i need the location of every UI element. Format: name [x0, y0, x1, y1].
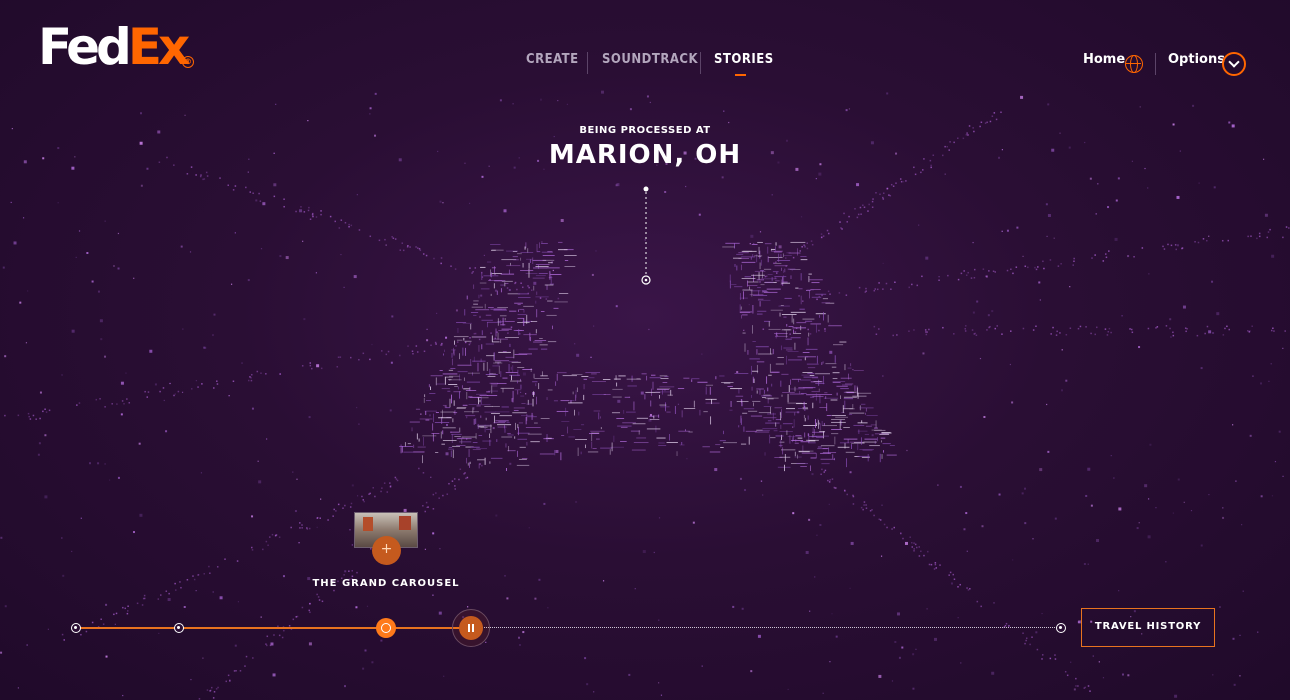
travel-history-button[interactable]: TRAVEL HISTORY: [1081, 608, 1215, 647]
nav-stories[interactable]: STORIES: [714, 52, 774, 76]
thumb-detail: [399, 516, 411, 530]
plus-icon[interactable]: +: [372, 536, 401, 565]
timeline-remaining: [471, 627, 1061, 628]
thumb-detail: [363, 517, 373, 531]
processing-city: MARION, OH: [548, 140, 742, 170]
options-label: Options: [1168, 52, 1225, 67]
nav-divider: [700, 52, 701, 74]
timeline-node-end[interactable]: [1056, 623, 1066, 633]
timeline-node[interactable]: [71, 623, 81, 633]
timeline-node-active[interactable]: [376, 618, 396, 638]
globe-icon[interactable]: [1125, 55, 1143, 73]
nav-divider: [587, 52, 588, 74]
options-link[interactable]: Options: [1168, 52, 1225, 76]
location-pin: [641, 186, 651, 285]
timeline-node[interactable]: [174, 623, 184, 633]
pause-icon: [459, 616, 483, 640]
particle-scene: [0, 90, 1290, 700]
timeline-progress: [76, 627, 471, 629]
nav-create[interactable]: CREATE: [526, 52, 579, 67]
processing-status: BEING PROCESSED AT: [579, 125, 711, 136]
pause-button[interactable]: [452, 609, 490, 647]
header-divider: [1155, 53, 1156, 75]
pin-top-dot: [643, 186, 649, 192]
home-link[interactable]: Home: [1083, 52, 1125, 76]
chevron-down-icon[interactable]: [1222, 52, 1246, 76]
nav-soundtrack[interactable]: SOUNDTRACK: [602, 52, 698, 67]
home-label: Home: [1083, 52, 1126, 67]
story-label[interactable]: THE GRAND CAROUSEL: [306, 578, 466, 589]
